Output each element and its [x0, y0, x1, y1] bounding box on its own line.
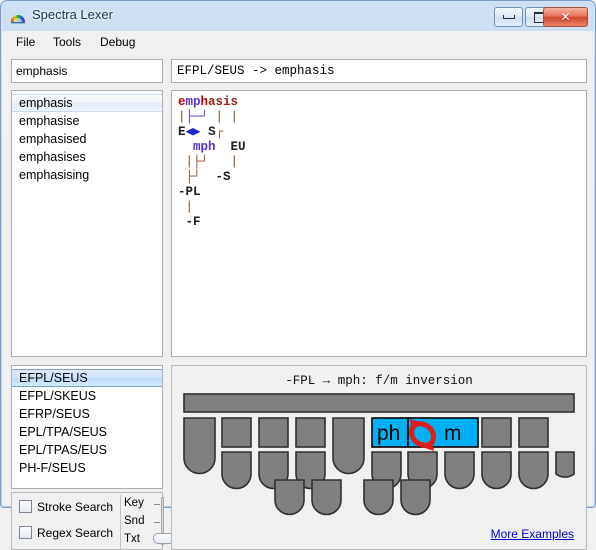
- graph-segment[interactable]: [178, 140, 193, 154]
- list-item[interactable]: emphasises: [12, 148, 162, 166]
- checkbox-icon[interactable]: [19, 500, 32, 513]
- slider-label-txt: Txt: [124, 533, 140, 545]
- key-E-vowel[interactable]: [364, 480, 393, 515]
- graph-segment[interactable]: EU: [216, 140, 246, 154]
- steno-keyboard-diagram: ph m: [172, 390, 588, 540]
- options-panel: Stroke Search Regex Search Key Snd Txt: [11, 492, 163, 550]
- list-item[interactable]: EPL/TPAS/EUS: [12, 441, 162, 459]
- graph-segment[interactable]: [208, 110, 216, 124]
- graph-segment[interactable]: e: [178, 95, 186, 109]
- graph-segment[interactable]: ┌: [216, 125, 224, 139]
- translation-display: EFPL/SEUS -> emphasis: [171, 59, 587, 83]
- app-window: Spectra Lexer ✕ File Tools Debug EFPL/SE…: [0, 0, 596, 508]
- key-label-ph: ph: [377, 422, 400, 445]
- window-title: Spectra Lexer: [32, 7, 113, 22]
- graph-line[interactable]: E◀▶ S┌: [178, 125, 246, 140]
- graph-segment[interactable]: |: [178, 110, 186, 124]
- graph-segment[interactable]: | |: [216, 110, 239, 124]
- key-star[interactable]: [333, 418, 364, 474]
- stroke-search-checkbox[interactable]: Stroke Search: [19, 499, 113, 515]
- graph-segment[interactable]: |├┘: [178, 155, 208, 169]
- key-T-left[interactable]: [222, 418, 251, 447]
- key-K-left[interactable]: [222, 452, 251, 489]
- graph-line[interactable]: -F: [178, 215, 246, 230]
- board-panel: -FPL → mph: f/m inversion ph m: [171, 365, 587, 550]
- breakdown-graph[interactable]: emphasis|├─┘ | |E◀▶ S┌ mph EU |├┘ | ├┘ -…: [178, 95, 246, 230]
- slider-tick: [154, 522, 160, 523]
- graph-segment[interactable]: -PL: [178, 185, 201, 199]
- menu-item-file[interactable]: File: [10, 34, 41, 50]
- regex-search-label: Regex Search: [37, 526, 113, 540]
- graph-line[interactable]: ├┘ -S: [178, 170, 246, 185]
- stroke-search-label: Stroke Search: [37, 500, 113, 514]
- key-U-vowel[interactable]: [401, 480, 430, 515]
- list-item[interactable]: emphasise: [12, 112, 162, 130]
- graph-segment[interactable]: ◀▶: [186, 125, 201, 139]
- key-O-vowel[interactable]: [312, 480, 341, 515]
- graph-segment[interactable]: -S: [201, 170, 231, 184]
- graph-line[interactable]: |: [178, 200, 246, 215]
- display-mode-slider[interactable]: Key Snd Txt: [120, 495, 165, 549]
- key-A-vowel[interactable]: [275, 480, 304, 514]
- graph-segment[interactable]: mp: [186, 95, 201, 109]
- close-icon: ✕: [544, 8, 587, 26]
- graph-segment[interactable]: S: [201, 125, 216, 139]
- key-H-left[interactable]: [296, 418, 325, 447]
- key-Z-right[interactable]: [519, 452, 548, 489]
- match-list[interactable]: emphasis emphasise emphasised emphasises…: [11, 90, 163, 357]
- key-S-left[interactable]: [184, 418, 215, 474]
- graph-segment[interactable]: asis: [208, 95, 238, 109]
- key-R-right[interactable]: [482, 418, 511, 447]
- graph-line[interactable]: |├─┘ | |: [178, 110, 246, 125]
- list-item[interactable]: EFPL/SKEUS: [12, 387, 162, 405]
- menu-item-tools[interactable]: Tools: [47, 34, 87, 50]
- list-item[interactable]: EFPL/SEUS: [12, 369, 162, 387]
- key-number-bar[interactable]: [184, 394, 574, 412]
- search-input[interactable]: [11, 59, 163, 83]
- close-button[interactable]: ✕: [543, 7, 588, 27]
- checkbox-icon[interactable]: [19, 526, 32, 539]
- key-label-m: m: [444, 422, 462, 445]
- board-caption: -FPL → mph: f/m inversion: [172, 374, 586, 388]
- regex-search-checkbox[interactable]: Regex Search: [19, 525, 113, 541]
- graph-segment[interactable]: -F: [178, 215, 201, 229]
- graph-segment[interactable]: h: [201, 95, 209, 109]
- graph-segment[interactable]: |: [208, 155, 238, 169]
- list-item[interactable]: emphasising: [12, 166, 162, 184]
- key-S-lower-right[interactable]: [482, 452, 511, 489]
- list-item[interactable]: EFRP/SEUS: [12, 405, 162, 423]
- graph-line[interactable]: emphasis: [178, 95, 246, 110]
- menu-item-debug[interactable]: Debug: [94, 34, 141, 50]
- graph-line[interactable]: -PL: [178, 185, 246, 200]
- graph-segment[interactable]: ├┘: [178, 170, 201, 184]
- minimize-button[interactable]: [494, 7, 523, 27]
- list-item[interactable]: emphasised: [12, 130, 162, 148]
- graph-line[interactable]: mph EU: [178, 140, 246, 155]
- slider-label-snd: Snd: [124, 515, 144, 527]
- graph-segment[interactable]: E: [178, 125, 186, 139]
- graph-segment[interactable]: mph: [193, 140, 216, 154]
- menu-bar: File Tools Debug: [2, 31, 594, 52]
- graph-segment[interactable]: |: [178, 200, 193, 214]
- key-G-right[interactable]: [445, 452, 474, 489]
- slider-tick: [154, 504, 160, 505]
- key-P-left[interactable]: [259, 418, 288, 447]
- key-D-right[interactable]: [556, 452, 574, 477]
- client-area: EFPL/SEUS -> emphasis emphasis emphasise…: [2, 52, 594, 506]
- graph-segment[interactable]: ├─┘: [186, 110, 209, 124]
- app-icon: [10, 8, 26, 24]
- rule-list[interactable]: EFPL/SEUS EFPL/SKEUS EFRP/SEUS EPL/TPA/S…: [11, 365, 163, 489]
- key-L-right[interactable]: [519, 418, 548, 447]
- title-bar: Spectra Lexer ✕: [1, 1, 595, 31]
- graph-line[interactable]: |├┘ |: [178, 155, 246, 170]
- minimize-icon: [495, 8, 522, 26]
- graph-panel[interactable]: emphasis|├─┘ | |E◀▶ S┌ mph EU |├┘ | ├┘ -…: [171, 90, 587, 357]
- list-item[interactable]: PH-F/SEUS: [12, 459, 162, 477]
- slider-label-key: Key: [124, 497, 144, 509]
- more-examples-link[interactable]: More Examples: [491, 527, 574, 541]
- list-item[interactable]: emphasis: [12, 94, 162, 112]
- list-item[interactable]: EPL/TPA/SEUS: [12, 423, 162, 441]
